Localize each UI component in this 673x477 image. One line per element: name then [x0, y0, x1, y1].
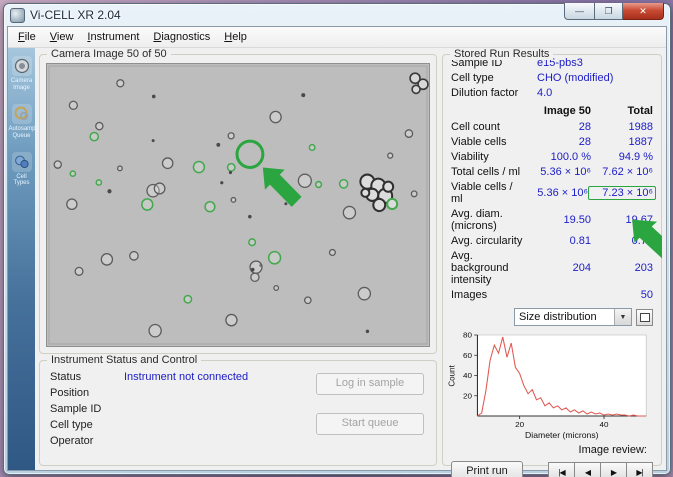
window-content: File View Instrument Diagnostics Help: [7, 26, 667, 471]
app-window: Vi-CELL XR 2.04 — ❐ ✕ File View Instrume…: [3, 3, 671, 475]
result-row-highlighted: Viable cells / ml 5.36 × 10⁶ 7.23 × 10⁶: [443, 179, 661, 206]
title-bar[interactable]: Vi-CELL XR 2.04 — ❐ ✕: [4, 4, 670, 26]
svg-text:20: 20: [463, 392, 473, 401]
sidebar: Camera Image Autosampler Queue: [8, 48, 35, 470]
status-row-value: Instrument not connected: [124, 371, 248, 383]
menu-view[interactable]: View: [43, 28, 81, 46]
instrument-status-panel: Instrument Status and Control Status Ins…: [39, 360, 437, 466]
column-header-total: Total: [591, 105, 653, 117]
svg-text:40: 40: [463, 371, 473, 380]
distribution-select[interactable]: Size distribution ▼: [514, 308, 632, 326]
cell-scatter: [54, 80, 417, 337]
menu-file[interactable]: File: [11, 28, 43, 46]
app-icon: [10, 8, 25, 23]
camera-image-panel: Camera Image 50 of 50: [39, 54, 437, 354]
menu-bar: File View Instrument Diagnostics Help: [8, 27, 666, 48]
results-panel-title: Stored Run Results: [450, 48, 553, 60]
camera-panel-title: Camera Image 50 of 50: [47, 48, 171, 60]
sidebar-item-camera-image[interactable]: Camera Image: [8, 56, 35, 92]
info-value: CHO (modified): [537, 72, 613, 84]
left-column: Camera Image 50 of 50: [39, 54, 437, 466]
autosampler-queue-icon: [12, 104, 32, 124]
image-review-nav: |◀ ◀ ▶ ▶|: [549, 462, 653, 477]
info-row: Dilution factor 4.0: [443, 85, 661, 100]
result-row: Cell count 28 1988: [443, 119, 661, 134]
main-area: Camera Image 50 of 50: [35, 48, 666, 470]
next-image-button[interactable]: ▶: [600, 462, 627, 477]
log-in-sample-button[interactable]: Log in sample: [316, 373, 424, 395]
result-row: Total cells / ml 5.36 × 10⁶ 7.62 × 10⁶: [443, 164, 661, 179]
results-column-headers: Image 50 Total: [443, 100, 661, 119]
status-panel-title: Instrument Status and Control: [47, 354, 201, 366]
camera-image-view[interactable]: [46, 63, 430, 347]
window-title: Vi-CELL XR 2.04: [30, 8, 121, 22]
cell-types-icon: [12, 152, 32, 172]
first-image-button[interactable]: |◀: [548, 462, 575, 477]
cell-cluster: [360, 175, 397, 212]
status-row: Operator: [50, 433, 426, 449]
camera-image-icon: [12, 56, 32, 76]
window-controls: — ❐ ✕: [564, 3, 664, 20]
green-arrow-annotation: [253, 157, 306, 212]
previous-image-button[interactable]: ◀: [574, 462, 601, 477]
svg-text:40: 40: [599, 420, 609, 429]
result-row: Avg. circularity 0.81 0.72: [443, 233, 661, 248]
maximize-button[interactable]: ❐: [595, 3, 623, 20]
status-row-label: Operator: [50, 435, 124, 447]
body: Camera Image Autosampler Queue: [8, 48, 666, 470]
last-image-button[interactable]: ▶|: [626, 462, 653, 477]
menu-help[interactable]: Help: [217, 28, 254, 46]
status-row-label: Sample ID: [50, 403, 124, 415]
highlighted-value: 7.23 × 10⁶: [588, 186, 656, 200]
status-row-label: Cell type: [50, 419, 124, 431]
start-queue-button[interactable]: Start queue: [316, 413, 424, 435]
svg-text:Diameter (microns): Diameter (microns): [525, 430, 599, 440]
stored-run-results-panel: Stored Run Results Sample ID e15-pbs3 Ce…: [442, 54, 662, 466]
info-value: 4.0: [537, 87, 552, 99]
result-row: Viable cells 28 1887: [443, 134, 661, 149]
print-run-button[interactable]: Print run: [451, 461, 523, 477]
sidebar-item-autosampler-queue[interactable]: Autosampler Queue: [8, 104, 35, 140]
info-label: Dilution factor: [451, 87, 537, 99]
sidebar-item-label: Autosampler Queue: [9, 126, 35, 140]
column-header-image: Image 50: [525, 105, 591, 117]
distribution-row: Size distribution ▼: [443, 302, 661, 328]
result-row: Avg. background intensity 204 203: [443, 248, 661, 287]
chart-popout-button[interactable]: [636, 309, 653, 326]
chart-popout-icon: [640, 313, 650, 322]
info-row: Cell type CHO (modified): [443, 70, 661, 85]
right-column: Stored Run Results Sample ID e15-pbs3 Ce…: [442, 54, 662, 466]
svg-text:80: 80: [463, 331, 473, 340]
size-distribution-chart: 20 40 60 80 20 40 Count Diameter (microns): [445, 330, 657, 442]
result-row: Images 50: [443, 287, 661, 302]
sidebar-item-label: Camera Image: [9, 78, 35, 92]
chevron-down-icon[interactable]: ▼: [614, 309, 631, 325]
sidebar-item-label: Cell Types: [9, 174, 35, 188]
menu-instrument[interactable]: Instrument: [80, 28, 146, 46]
green-circle-annotation: [237, 141, 263, 167]
minimize-button[interactable]: —: [564, 3, 595, 20]
svg-text:Count: Count: [446, 365, 456, 387]
svg-text:20: 20: [515, 420, 525, 429]
sidebar-item-cell-types[interactable]: Cell Types: [8, 152, 35, 188]
result-row: Avg. diam. (microns) 19.50 19.67: [443, 206, 661, 233]
cell-cluster-small: [410, 73, 428, 93]
desktop: Vi-CELL XR 2.04 — ❐ ✕ File View Instrume…: [0, 0, 673, 477]
status-row-label: Status: [50, 371, 124, 383]
svg-text:60: 60: [463, 351, 473, 360]
info-label: Cell type: [451, 72, 537, 84]
image-review-label: Image review:: [443, 442, 661, 458]
close-button[interactable]: ✕: [623, 3, 664, 20]
menu-diagnostics[interactable]: Diagnostics: [146, 28, 217, 46]
bottom-controls: Print run |◀ ◀ ▶ ▶|: [443, 458, 661, 477]
distribution-select-value: Size distribution: [519, 311, 597, 323]
status-row-label: Position: [50, 387, 124, 399]
result-row: Viability 100.0 % 94.9 %: [443, 149, 661, 164]
